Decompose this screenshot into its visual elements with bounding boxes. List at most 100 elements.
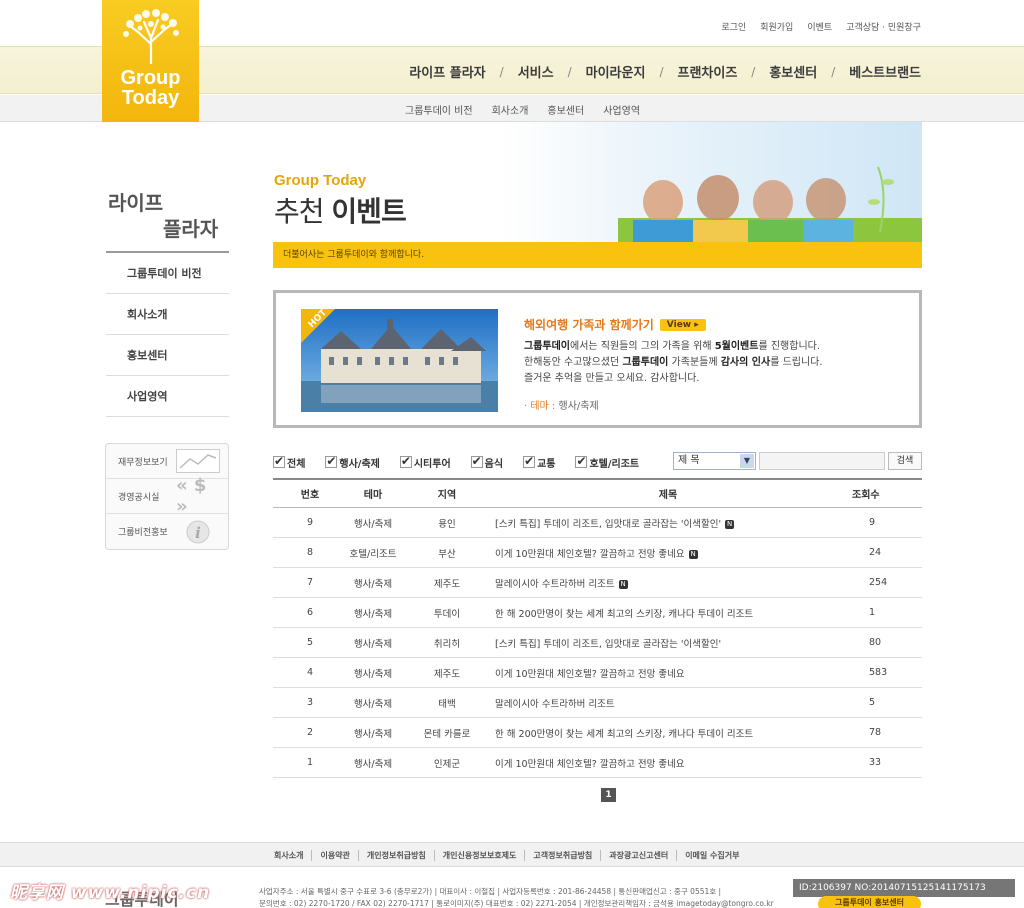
table-row[interactable]: 5 행사/축제 취리히 [스키 특집] 투데이 리조트, 입맛대로 골라잡는 '이색할… [273, 628, 922, 658]
gnb-my-lounge[interactable]: 마이라운지 [586, 62, 646, 81]
row-views: 1 [841, 607, 922, 618]
watermark-left: 昵享网 www.nipic.cn [10, 883, 211, 903]
gnb-service[interactable]: 서비스 [518, 62, 554, 81]
quick-disclosure[interactable]: 경영공시실 « $ » [106, 475, 228, 517]
row-title[interactable]: 이게 10만원대 체인호텔? 깔끔하고 전망 좋네요 N [495, 546, 841, 560]
footer-link[interactable]: 회사소개 [274, 850, 311, 861]
gnb-pr-center[interactable]: 홍보센터 [769, 62, 817, 81]
row-title-text: 한 해 200만명이 찾는 세계 최고의 스키장, 캐나다 투데이 리조트 [495, 728, 754, 740]
event-link[interactable]: 이벤트 [807, 20, 832, 33]
filter-label: 호텔/리조트 [589, 458, 640, 470]
row-views-text: 1 [869, 607, 876, 618]
row-region-text: 투데이 [433, 608, 461, 620]
logo[interactable]: Group Today [102, 0, 199, 122]
table-row[interactable]: 3 행사/축제 태백 말레이시아 수트라하버 리조트 5 [273, 688, 922, 718]
gnb-best-brand[interactable]: 베스트브랜드 [849, 62, 921, 81]
row-title[interactable]: 한 해 200만명이 찾는 세계 최고의 스키장, 캐나다 투데이 리조트 [495, 606, 841, 620]
checkbox-icon[interactable] [273, 454, 285, 468]
filter-all[interactable]: 전체 [273, 454, 305, 470]
row-views: 24 [841, 547, 922, 558]
sidebar-item-business[interactable]: 사업영역 [106, 376, 229, 417]
filter-food[interactable]: 음식 [470, 454, 503, 470]
footer-info-line1: 사업자주소 : 서울 특별시 중구 수표로 3-6 (충무로2가) | 대표이사… [259, 887, 722, 896]
chevron-down-icon[interactable]: ▼ [740, 454, 754, 468]
featured-desc-line1: 그룹투데이에서는 직원들의 그의 가족을 위해 5월이벤트를 진행합니다. [524, 339, 823, 355]
checkbox-icon[interactable] [325, 454, 338, 468]
pr-center-button[interactable]: 그룹투데이 홍보센터 [818, 896, 921, 908]
view-button[interactable]: View ▸ [659, 318, 706, 331]
row-views: 583 [841, 667, 922, 678]
filter-transport[interactable]: 교통 [523, 454, 555, 470]
row-title[interactable]: 한 해 200만명이 찾는 세계 최고의 스키장, 캐나다 투데이 리조트 [495, 726, 841, 740]
row-region: 투데이 [399, 606, 495, 620]
quick-financial[interactable]: 재무정보보기 [106, 444, 228, 479]
footer-link[interactable]: 개인정보취급방침 [357, 850, 434, 861]
snb-business[interactable]: 사업영역 [603, 102, 640, 117]
sidebar-item-company[interactable]: 회사소개 [106, 294, 229, 335]
customer-center-link[interactable]: 고객상담 · 민원창구 [846, 20, 921, 33]
row-region: 제주도 [399, 576, 495, 590]
row-region-text: 취리히 [433, 638, 461, 650]
gnb-separator: / [567, 64, 572, 79]
row-title[interactable]: 이게 10만원대 체인호텔? 깔끔하고 전망 좋네요 [495, 666, 841, 680]
snb-pr[interactable]: 홍보센터 [547, 102, 584, 117]
table-row[interactable]: 4 행사/축제 제주도 이게 10만원대 체인호텔? 깔끔하고 전망 좋네요 583 [273, 658, 922, 688]
row-number: 9 [273, 517, 347, 528]
page-title: 추천 이벤트 [274, 190, 407, 230]
header-region: 지역 [437, 490, 457, 501]
row-title-text: [스키 특집] 투데이 리조트, 입맛대로 골라잡는 '이색할인' [495, 518, 722, 530]
row-title-text: 말레이시아 수트라하버 리조트 [495, 698, 615, 710]
snb-vision[interactable]: 그룹투데이 비전 [405, 102, 473, 117]
row-views-text: 24 [869, 547, 882, 558]
row-views: 9 [841, 517, 922, 528]
row-title[interactable]: 말레이시아 수트라하버 리조트 N [495, 576, 841, 590]
filter-hotel[interactable]: 호텔/리조트 [575, 454, 640, 470]
filter-bar: 전체 행사/축제 시티투어 음식 교통 호텔/리조트 제 목 ▼ 검색 [273, 452, 922, 472]
row-title[interactable]: 말레이시아 수트라하버 리조트 [495, 696, 841, 710]
featured-desc-line2: 한해동안 수고많으셨던 그룹투데이 가족분들께 감사의 인사를 드립니다. [524, 355, 823, 371]
checkbox-icon[interactable] [575, 454, 588, 468]
filter-city-tour[interactable]: 시티투어 [399, 454, 451, 470]
table-row[interactable]: 1 행사/축제 인제군 이게 10만원대 체인호텔? 깔끔하고 전망 좋네요 33 [273, 748, 922, 778]
footer-link[interactable]: 이용약관 [311, 850, 357, 861]
checkbox-icon[interactable] [470, 454, 483, 468]
table-row[interactable]: 7 행사/축제 제주도 말레이시아 수트라하버 리조트 N 254 [273, 568, 922, 598]
footer-link[interactable]: 이메일 수집거부 [676, 850, 747, 861]
search-input[interactable] [759, 452, 885, 470]
footer-link[interactable]: 과장광고신고센터 [600, 850, 676, 861]
desc-bold: 그룹투데이 [524, 341, 570, 352]
sidebar-title-line1: 라이프 [108, 191, 164, 215]
row-theme-text: 행사/축제 [353, 518, 393, 530]
gnb-life-plaza[interactable]: 라이프 플라자 [409, 62, 485, 81]
sidebar-item-vision[interactable]: 그룹투데이 비전 [106, 253, 229, 294]
featured-title-text[interactable]: 해외여행 가족과 함께가기 [524, 316, 654, 333]
svg-text:i: i [195, 524, 201, 542]
row-region-text: 용인 [438, 518, 456, 530]
sidebar-item-pr[interactable]: 홍보센터 [106, 335, 229, 376]
row-title[interactable]: [스키 특집] 투데이 리조트, 입맛대로 골라잡는 '이색할인' [495, 636, 841, 650]
search-field-select[interactable]: 제 목 ▼ [673, 452, 756, 470]
join-link[interactable]: 회원가입 [760, 20, 793, 33]
filter-event[interactable]: 행사/축제 [325, 454, 380, 470]
row-title[interactable]: 이게 10만원대 체인호텔? 깔끔하고 전망 좋네요 [495, 756, 841, 770]
footer-link[interactable]: 고객정보취급방침 [524, 850, 600, 861]
footer-link[interactable]: 개인신용정보보호제도 [433, 850, 525, 861]
table-row[interactable]: 6 행사/축제 투데이 한 해 200만명이 찾는 세계 최고의 스키장, 캐나다 투… [273, 598, 922, 628]
new-badge-icon: N [725, 519, 735, 529]
table-row[interactable]: 2 행사/축제 몬테 카를로 한 해 200만명이 찾는 세계 최고의 스키장, 캐나… [273, 718, 922, 748]
checkbox-icon[interactable] [399, 454, 412, 468]
castle-photo[interactable]: HOT [301, 309, 498, 412]
new-badge-icon: N [618, 579, 628, 589]
checkbox-icon[interactable] [523, 454, 536, 468]
search-button[interactable]: 검색 [888, 452, 922, 470]
login-link[interactable]: 로그인 [721, 20, 746, 33]
snb-company[interactable]: 회사소개 [492, 102, 529, 117]
page-number[interactable]: 1 [601, 788, 616, 802]
table-row[interactable]: 9 행사/축제 용인 [스키 특집] 투데이 리조트, 입맛대로 골라잡는 '이색할인… [273, 508, 922, 538]
row-title[interactable]: [스키 특집] 투데이 리조트, 입맛대로 골라잡는 '이색할인' N [495, 516, 841, 530]
row-views-text: 33 [869, 757, 882, 768]
row-number: 1 [273, 757, 347, 768]
table-row[interactable]: 8 호텔/리조트 부산 이게 10만원대 체인호텔? 깔끔하고 전망 좋네요 N 24 [273, 538, 922, 568]
gnb-franchise[interactable]: 프랜차이즈 [677, 62, 737, 81]
quick-vision[interactable]: 그룹비전홍보 i [106, 514, 228, 549]
